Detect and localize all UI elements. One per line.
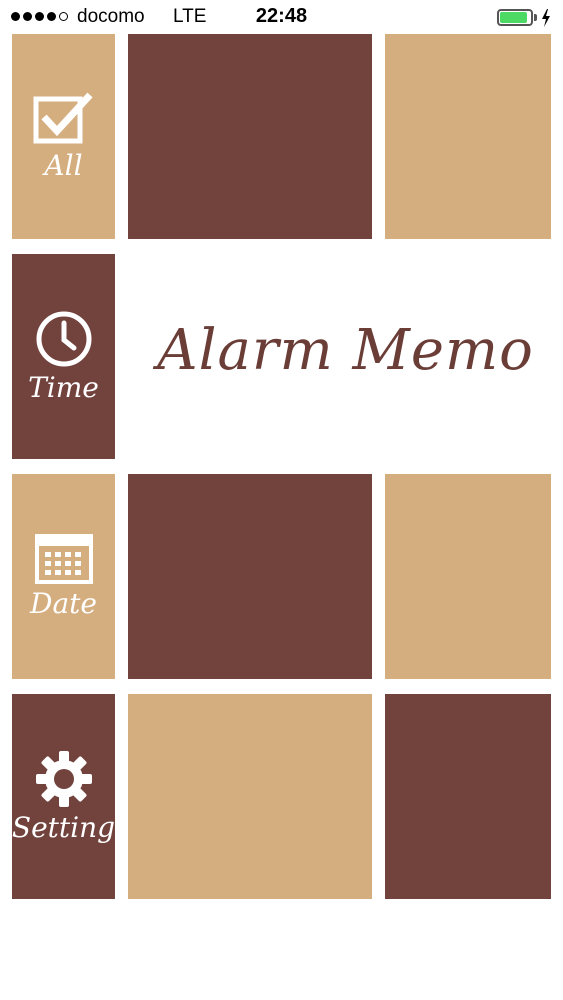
nav-setting-button[interactable]: Setting bbox=[12, 694, 115, 899]
calendar-icon bbox=[34, 534, 93, 584]
nav-all-label: All bbox=[44, 149, 83, 182]
gear-icon bbox=[35, 751, 92, 807]
nav-setting-label: Setting bbox=[11, 811, 116, 844]
status-time: 22:48 bbox=[255, 5, 308, 27]
battery-icon bbox=[497, 9, 533, 26]
app-title: Alarm Memo bbox=[157, 318, 534, 383]
decorative-tile bbox=[385, 694, 551, 899]
decorative-tile bbox=[128, 694, 372, 899]
decorative-tile bbox=[385, 474, 551, 679]
nav-time-label: Time bbox=[28, 371, 99, 404]
battery-tip bbox=[534, 14, 537, 21]
nav-date-button[interactable]: Date bbox=[12, 474, 115, 679]
clock-icon bbox=[36, 311, 91, 367]
charging-bolt-icon bbox=[542, 9, 550, 27]
nav-time-button[interactable]: Time bbox=[12, 254, 115, 459]
nav-all-button[interactable]: All bbox=[12, 34, 115, 239]
battery-level bbox=[500, 12, 527, 23]
status-bar: docomo LTE 22:48 bbox=[0, 0, 563, 34]
checkbox-icon bbox=[33, 92, 93, 144]
nav-date-label: Date bbox=[30, 587, 97, 620]
decorative-tile bbox=[385, 34, 551, 239]
decorative-tile bbox=[128, 34, 372, 239]
decorative-tile bbox=[128, 474, 372, 679]
